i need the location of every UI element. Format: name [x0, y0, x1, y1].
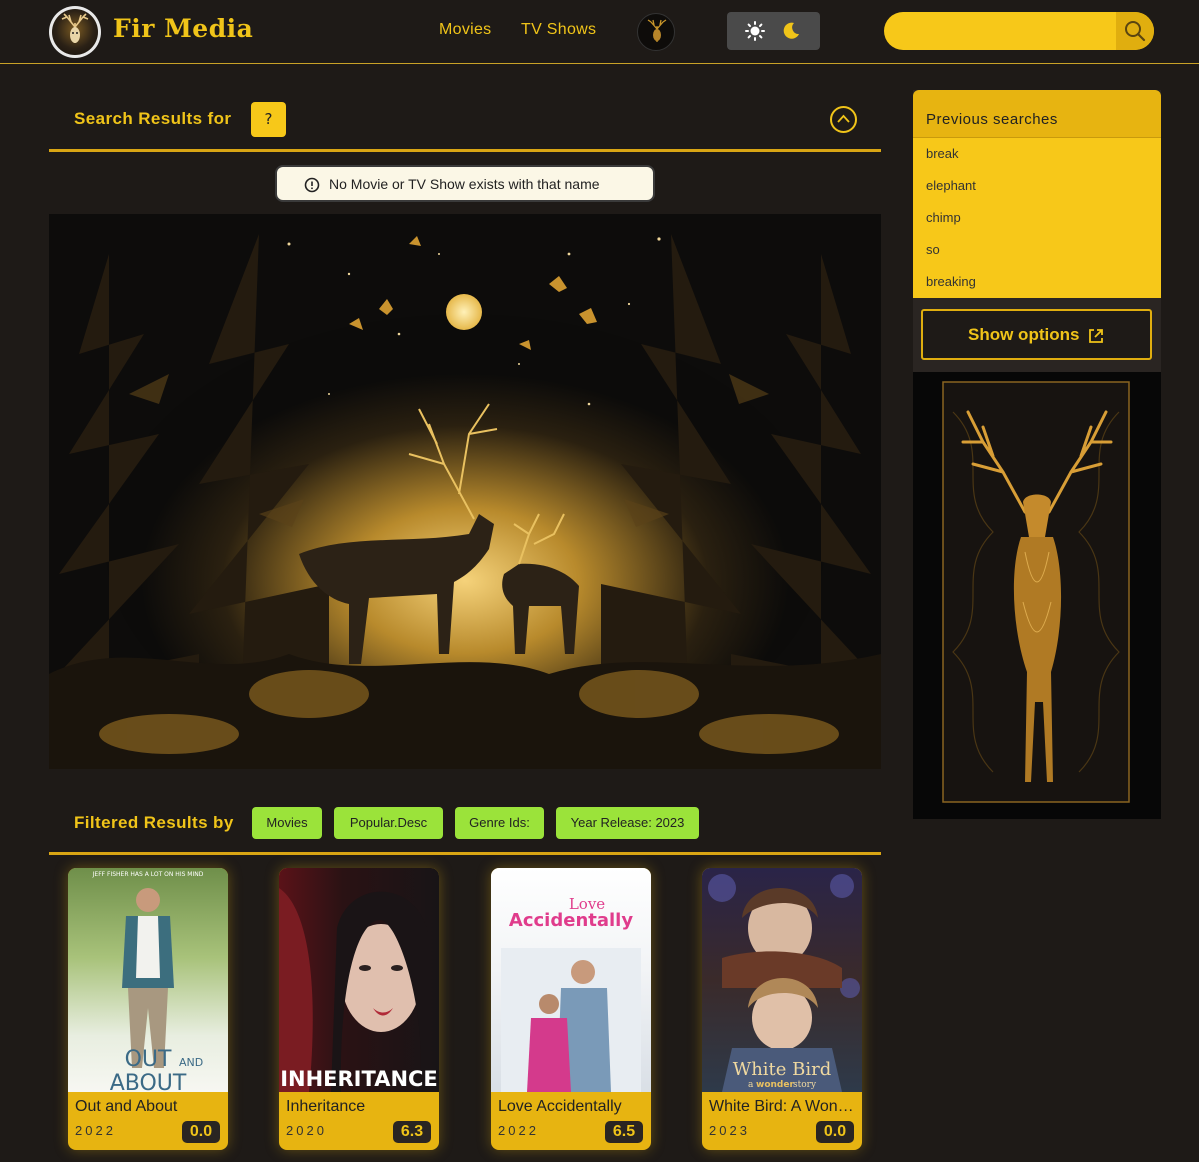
- poster-title-accidentally: Accidentally: [509, 910, 633, 931]
- previous-searches-list: break elephant chimp so breaking: [913, 138, 1161, 298]
- previous-search-item[interactable]: breaking: [913, 266, 1161, 298]
- poster-subtitle-a: a: [748, 1080, 754, 1090]
- search-input[interactable]: [884, 12, 1116, 50]
- moon-icon[interactable]: [781, 21, 801, 41]
- golden-stag-artwork: [913, 372, 1161, 819]
- no-results-alert: No Movie or TV Show exists with that nam…: [275, 165, 655, 202]
- movie-card[interactable]: White Bird a wonder story White Bird: A …: [702, 868, 862, 1150]
- forest-deer-artwork: [49, 214, 881, 769]
- movie-year: 2023: [709, 1123, 750, 1138]
- theme-toggle[interactable]: [727, 12, 820, 50]
- brand-name[interactable]: Fir Media: [113, 14, 253, 43]
- movie-poster: INHERITANCE: [279, 868, 439, 1092]
- site-logo[interactable]: [49, 6, 101, 58]
- search-bar: [884, 12, 1154, 50]
- show-options-label: Show options: [968, 325, 1080, 344]
- filter-chip-year[interactable]: Year Release: 2023: [556, 807, 699, 839]
- movie-card[interactable]: Love Accidentally Love Accidentally 2022…: [491, 868, 651, 1150]
- filtered-results-header: Filtered Results by Movies Popular.Desc …: [49, 791, 881, 855]
- sidebar: Previous searches break elephant chimp s…: [913, 90, 1161, 819]
- top-navbar: Fir Media Movies TV Shows: [0, 0, 1199, 64]
- movie-poster: Love Accidentally: [491, 868, 651, 1092]
- nav-tv-shows-link[interactable]: TV Shows: [521, 21, 596, 39]
- poster-subtitle-story: story: [793, 1080, 817, 1090]
- info-circle-icon: [304, 177, 320, 193]
- previous-search-item[interactable]: chimp: [913, 202, 1161, 234]
- sun-icon[interactable]: [745, 21, 765, 41]
- previous-searches-header: Previous searches: [913, 90, 1161, 138]
- poster-title-and: AND: [179, 1056, 203, 1069]
- poster-subtitle-wonder: wonder: [756, 1080, 794, 1090]
- rating-badge: 6.3: [393, 1121, 431, 1143]
- search-icon: [1125, 21, 1146, 42]
- deer-logo-icon: [52, 9, 98, 55]
- filter-chip-type[interactable]: Movies: [252, 807, 322, 839]
- movie-title: Inheritance: [286, 1098, 366, 1115]
- nav-movies-link[interactable]: Movies: [439, 21, 491, 39]
- filtered-results-title: Filtered Results by: [74, 813, 234, 832]
- search-results-title: Search Results for: [74, 109, 232, 128]
- movie-title: Love Accidentally: [498, 1098, 622, 1115]
- chevron-up-icon: [837, 114, 850, 123]
- poster-tagline: JEFF FISHER HAS A LOT ON HIS MIND: [92, 871, 204, 878]
- movie-card[interactable]: INHERITANCE Inheritance 2020 6.3: [279, 868, 439, 1150]
- collapse-button[interactable]: [830, 106, 857, 133]
- search-results-header: Search Results for ?: [49, 88, 881, 152]
- movie-title: Out and About: [75, 1098, 178, 1115]
- movie-poster: JEFF FISHER HAS A LOT ON HIS MIND OUT AN…: [68, 868, 228, 1092]
- movie-poster: White Bird a wonder story: [702, 868, 862, 1092]
- filter-chip-genre[interactable]: Genre Ids:: [455, 807, 544, 839]
- deer-emblem-icon[interactable]: [637, 13, 675, 51]
- filter-chip-sort[interactable]: Popular.Desc: [334, 807, 443, 839]
- movie-year: 2020: [286, 1123, 327, 1138]
- movie-year: 2022: [498, 1123, 539, 1138]
- rating-badge: 0.0: [816, 1121, 854, 1143]
- previous-search-item[interactable]: break: [913, 138, 1161, 170]
- show-options-button[interactable]: Show options: [921, 309, 1152, 360]
- poster-title-out: OUT: [125, 1047, 172, 1072]
- movie-title: White Bird: A Wonder Story: [709, 1098, 859, 1115]
- external-link-icon: [1089, 329, 1103, 343]
- movie-year: 2022: [75, 1123, 116, 1138]
- previous-search-item[interactable]: so: [913, 234, 1161, 266]
- rating-badge: 0.0: [182, 1121, 220, 1143]
- previous-search-item[interactable]: elephant: [913, 170, 1161, 202]
- rating-badge: 6.5: [605, 1121, 643, 1143]
- poster-title: INHERITANCE: [280, 1067, 438, 1091]
- movie-card[interactable]: JEFF FISHER HAS A LOT ON HIS MIND OUT AN…: [68, 868, 228, 1150]
- previous-searches-title: Previous searches: [926, 111, 1058, 128]
- poster-title: White Bird: [733, 1059, 832, 1080]
- alert-text: No Movie or TV Show exists with that nam…: [329, 176, 600, 192]
- search-button[interactable]: [1116, 12, 1154, 50]
- search-query-chip: ?: [251, 102, 286, 137]
- poster-title-about: ABOUT: [110, 1071, 187, 1092]
